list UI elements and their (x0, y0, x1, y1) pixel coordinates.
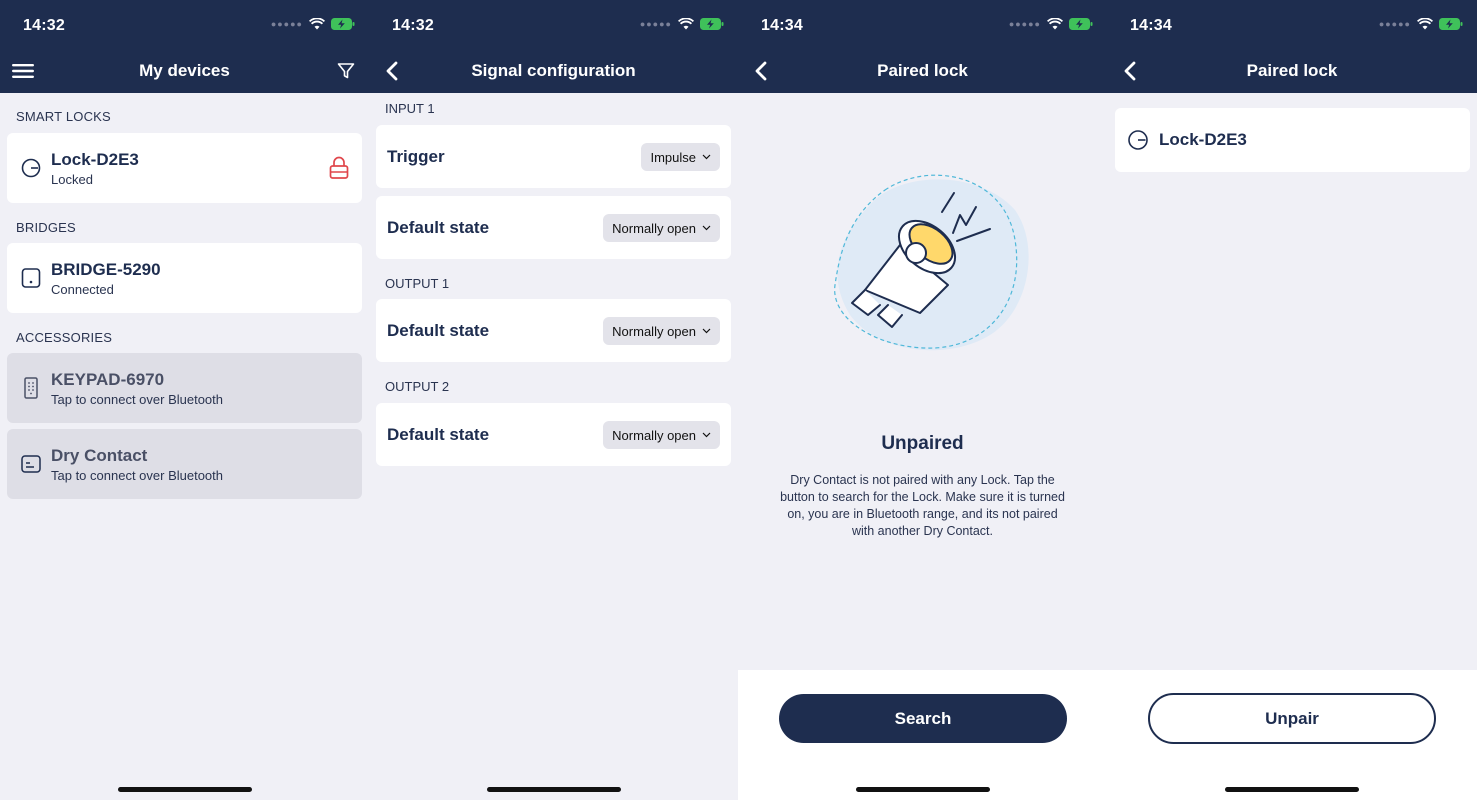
status-time: 14:34 (1130, 17, 1172, 34)
device-card-bridge[interactable]: BRIDGE-5290 Connected (7, 243, 362, 313)
unpair-button[interactable]: Unpair (1148, 693, 1436, 744)
paired-lock-screen: 14:34 ●●●●● Paired lock Lock-D2E3 Unpair (1107, 0, 1477, 800)
nav-bar: Paired lock (1107, 50, 1477, 93)
setting-label: Default state (387, 218, 490, 237)
device-name: BRIDGE-5290 (51, 260, 161, 279)
status-time: 14:32 (392, 17, 434, 34)
signal-dots-icon: ●●●●● (270, 19, 303, 29)
default-state-select[interactable]: Normally open (603, 421, 720, 449)
group-label-output-1: OUTPUT 1 (385, 276, 450, 291)
smart-lock-icon (21, 158, 41, 178)
device-name: Lock-D2E3 (51, 150, 139, 169)
status-bar: 14:32 ●●●●● (0, 0, 369, 50)
keypad-icon (24, 377, 38, 399)
bridge-icon (21, 268, 41, 288)
setting-label: Default state (387, 321, 490, 340)
nav-bar: Paired lock (738, 50, 1107, 93)
default-state-select[interactable]: Normally open (603, 317, 720, 345)
select-value: Normally open (612, 427, 696, 443)
select-value: Normally open (612, 220, 696, 236)
smart-lock-icon (1128, 130, 1148, 150)
wifi-icon (678, 18, 694, 30)
signal-configuration-screen: 14:32 ●●●●● Signal configuration INPUT 1… (369, 0, 738, 800)
paired-lock-card[interactable]: Lock-D2E3 (1115, 108, 1470, 172)
chevron-down-icon (702, 154, 711, 160)
filter-icon (337, 63, 355, 79)
battery-charging-icon (1439, 18, 1463, 30)
group-label-input-1: INPUT 1 (385, 101, 435, 116)
chevron-down-icon (702, 225, 711, 231)
home-indicator[interactable] (1225, 787, 1359, 792)
bottom-action-panel: Search (738, 670, 1107, 800)
select-value: Normally open (612, 323, 696, 339)
status-time: 14:32 (23, 17, 65, 34)
device-status: Tap to connect over Bluetooth (51, 468, 224, 483)
setting-row-default-state: Default state Normally open (376, 403, 731, 466)
status-icons: ●●●●● (271, 18, 355, 30)
page-title: Paired lock (1246, 61, 1338, 80)
chevron-down-icon (702, 328, 711, 334)
battery-charging-icon (331, 18, 355, 30)
group-label-output-2: OUTPUT 2 (385, 379, 450, 394)
bottom-action-panel: Unpair (1107, 670, 1477, 800)
home-indicator[interactable] (486, 787, 621, 792)
setting-label: Trigger (387, 147, 445, 166)
device-status: Locked (51, 172, 93, 187)
signal-dots-icon: ●●●●● (1378, 19, 1411, 29)
page-title: My devices (139, 61, 230, 80)
device-name: KEYPAD-6970 (51, 370, 165, 389)
status-icons: ●●●●● (1379, 18, 1463, 30)
my-devices-screen: 14:32 ●●●●● My devices SMART LOCKS Lock-… (0, 0, 369, 800)
device-card-keypad[interactable]: KEYPAD-6970 Tap to connect over Bluetoot… (7, 353, 362, 423)
section-bridges: BRIDGES (16, 220, 76, 235)
nav-bar: My devices (0, 50, 369, 93)
home-indicator[interactable] (855, 787, 990, 792)
filter-button[interactable] (333, 58, 359, 84)
paired-lock-unpaired-screen: 14:34 ●●●●● Paired lock Unpaired Dry Con… (738, 0, 1107, 800)
dry-contact-icon (21, 455, 41, 473)
lock-name: Lock-D2E3 (1159, 130, 1247, 149)
device-card-lock[interactable]: Lock-D2E3 Locked (7, 133, 362, 203)
nav-bar: Signal configuration (369, 50, 738, 93)
device-status: Tap to connect over Bluetooth (51, 392, 224, 407)
status-bar: 14:34 ●●●●● (738, 0, 1107, 50)
padlock-icon (329, 156, 349, 179)
page-title: Signal configuration (471, 61, 636, 80)
device-card-dry-contact[interactable]: Dry Contact Tap to connect over Bluetoot… (7, 429, 362, 499)
section-smart-locks: SMART LOCKS (16, 109, 111, 124)
chevron-down-icon (702, 432, 711, 438)
home-indicator[interactable] (117, 787, 252, 792)
setting-row-default-state: Default state Normally open (376, 299, 731, 362)
search-button[interactable]: Search (779, 694, 1067, 743)
setting-label: Default state (387, 425, 490, 444)
default-state-select[interactable]: Normally open (603, 214, 720, 242)
status-bar: 14:34 ●●●●● (1107, 0, 1477, 50)
wifi-icon (309, 18, 325, 30)
unpaired-heading: Unpaired (881, 433, 964, 454)
status-icons: ●●●●● (1009, 18, 1093, 30)
device-status: Connected (51, 282, 114, 297)
page-title: Paired lock (877, 61, 968, 80)
setting-row-default-state: Default state Normally open (376, 196, 731, 259)
status-bar: 14:32 ●●●●● (369, 0, 738, 50)
setting-row-trigger: Trigger Impulse (376, 125, 731, 188)
wifi-icon (1417, 18, 1433, 30)
trigger-select[interactable]: Impulse (641, 143, 720, 171)
device-name: Dry Contact (51, 446, 148, 465)
signal-dots-icon: ●●●●● (1008, 19, 1041, 29)
unpaired-description: Dry Contact is not paired with any Lock.… (780, 473, 1065, 538)
status-icons: ●●●●● (640, 18, 724, 30)
battery-charging-icon (1069, 18, 1093, 30)
select-value: Impulse (650, 149, 696, 165)
megaphone-illustration (834, 174, 1029, 351)
signal-dots-icon: ●●●●● (639, 19, 672, 29)
status-time: 14:34 (761, 17, 803, 34)
battery-charging-icon (700, 18, 724, 30)
wifi-icon (1047, 18, 1063, 30)
section-accessories: ACCESSORIES (16, 330, 113, 345)
